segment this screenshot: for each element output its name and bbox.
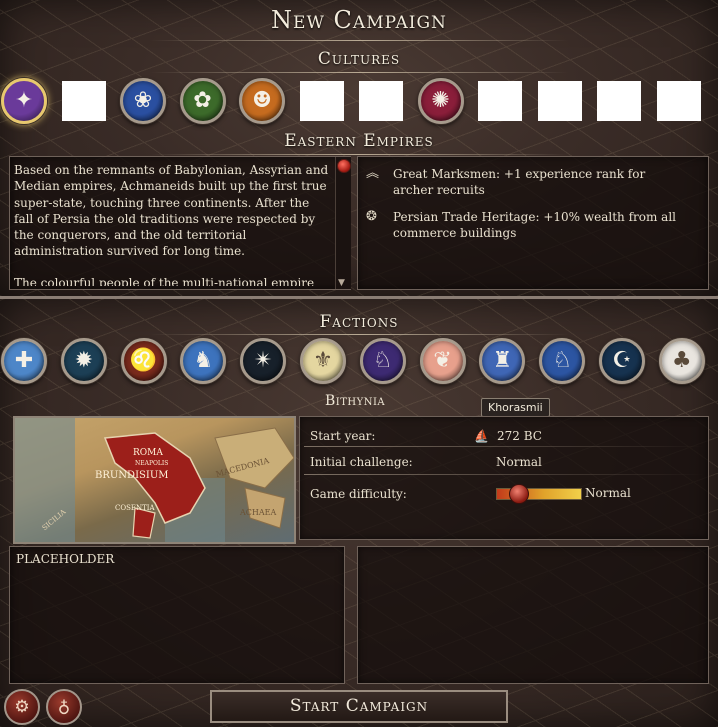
factions-heading: Factions bbox=[319, 312, 399, 332]
faction-emblem[interactable]: ☪ bbox=[599, 338, 645, 384]
culture-emblem[interactable]: ✺ bbox=[417, 78, 464, 124]
faction-emblem[interactable]: ✹ bbox=[60, 338, 107, 384]
faction-emblem[interactable]: ♘ bbox=[359, 338, 406, 384]
lion-head-emblem-icon: ♌ bbox=[129, 348, 158, 373]
map-label-neapolis: NEAPOLIS bbox=[135, 460, 169, 467]
green-boar-emblem-icon: ✿ bbox=[193, 88, 212, 113]
culture-emblem[interactable]: ❀ bbox=[120, 78, 166, 124]
cultures-heading: Cultures bbox=[317, 49, 401, 69]
initial-challenge-label: Initial challenge: bbox=[310, 455, 413, 469]
description-paragraph: The colourful people of the multi-nation… bbox=[14, 275, 315, 286]
culture-emblem-blank[interactable] bbox=[597, 81, 641, 121]
info-divider bbox=[304, 474, 704, 475]
culture-description: Based on the remnants of Babylonian, Ass… bbox=[14, 162, 332, 286]
purple-eagle-emblem-icon: ✦ bbox=[14, 88, 34, 113]
faction-map-preview[interactable]: ROMA NEAPOLIS BRUNDISIUM COSENTIA MACEDO… bbox=[13, 416, 296, 544]
description-scrollbar[interactable]: ▼ bbox=[335, 157, 351, 289]
map-label-cosentia: COSENTIA bbox=[115, 504, 155, 512]
game-difficulty-value: Normal bbox=[585, 486, 631, 500]
game-difficulty-label: Game difficulty: bbox=[310, 487, 407, 501]
cross-shield-emblem-icon: ✚ bbox=[14, 348, 34, 373]
faction-emblem[interactable]: ♣ bbox=[658, 338, 705, 384]
faction-emblem-row: ✚ ✹ ♌ ♞ ✴ ⚜ ♘ ❦ ♜ ♘ ☪ ♣ bbox=[0, 338, 718, 392]
faction-details-box bbox=[357, 546, 709, 684]
faction-emblem[interactable]: ♞ bbox=[180, 338, 227, 384]
faction-emblem[interactable]: ⚜ bbox=[300, 338, 346, 384]
scroll-down-arrow-icon[interactable]: ▼ bbox=[338, 278, 345, 288]
description-paragraph: Based on the remnants of Babylonian, Ass… bbox=[14, 163, 329, 259]
goblet-icon: ♁ bbox=[57, 697, 71, 717]
gears-icon: ⚙ bbox=[14, 697, 30, 717]
culture-emblem[interactable]: ✿ bbox=[179, 78, 226, 124]
trade-wreath-icon: ❂ bbox=[366, 209, 377, 224]
faction-emblem[interactable]: ♜ bbox=[479, 338, 526, 384]
chevrons-up-icon: ︽ bbox=[366, 166, 380, 181]
culture-emblem[interactable]: ✦ bbox=[1, 78, 47, 124]
crimson-triskele-emblem-icon: ✺ bbox=[431, 88, 450, 113]
map-label-achaea: ACHAEA bbox=[240, 508, 277, 517]
start-campaign-button[interactable]: Start Campaign bbox=[210, 690, 508, 723]
info-divider bbox=[304, 446, 704, 447]
faction-emblem[interactable]: ❦ bbox=[419, 338, 466, 384]
culture-name: Eastern Empires bbox=[284, 131, 434, 151]
trait-text: Persian Trade Heritage: +10% wealth from… bbox=[393, 210, 677, 240]
culture-emblem-blank[interactable] bbox=[299, 81, 344, 121]
map-label-brundisium: BRUNDISIUM bbox=[95, 470, 169, 481]
trait-text: Great Marksmen: +1 experience rank for a… bbox=[393, 167, 646, 197]
culture-emblem[interactable]: ☻ bbox=[239, 78, 285, 124]
faction-notes-box bbox=[9, 546, 345, 684]
placeholder-text: PLACEHOLDER bbox=[16, 552, 115, 566]
culture-emblem-blank[interactable] bbox=[656, 81, 701, 121]
start-year-label: Start year: bbox=[310, 429, 376, 443]
white-star-emblem-icon: ✹ bbox=[74, 348, 94, 373]
start-year-value: 272 BC bbox=[497, 429, 542, 443]
culture-emblem-row: ✦ ❀ ✿ ☻ ✺ bbox=[0, 78, 718, 132]
title-divider bbox=[150, 40, 568, 41]
difficulty-slider-knob[interactable] bbox=[509, 484, 529, 504]
elephant-emblem-icon: ♣ bbox=[671, 348, 692, 373]
start-year-icon: ⛵ bbox=[474, 429, 489, 443]
culture-emblem-blank[interactable] bbox=[359, 81, 403, 121]
pegasus-emblem-icon: ♘ bbox=[552, 348, 573, 373]
crescent-star-emblem-icon: ☪ bbox=[612, 348, 632, 373]
golden-sun-emblem-icon: ✴ bbox=[253, 348, 273, 373]
initial-challenge-value: Normal bbox=[496, 455, 542, 469]
cultures-divider bbox=[150, 72, 568, 73]
page-title: New Campaign bbox=[271, 6, 447, 34]
faction-emblem[interactable]: ♘ bbox=[539, 338, 586, 384]
culture-emblem-blank[interactable] bbox=[478, 81, 522, 121]
achievements-button[interactable]: ♁ bbox=[46, 689, 82, 725]
culture-name-divider bbox=[150, 154, 568, 155]
faction-emblem[interactable]: ✚ bbox=[1, 338, 47, 384]
white-figure-emblem-icon: ♞ bbox=[193, 348, 214, 373]
winged-emblem-icon: ⚜ bbox=[313, 348, 333, 373]
faction-emblem[interactable]: ♌ bbox=[120, 338, 167, 384]
faction-emblem[interactable]: ✴ bbox=[240, 338, 287, 384]
faction-tooltip: Khorasmii bbox=[481, 398, 550, 417]
pink-boar-emblem-icon: ❦ bbox=[433, 348, 452, 373]
selected-faction-name: Bithynia bbox=[325, 393, 386, 409]
scroll-thumb[interactable] bbox=[337, 159, 351, 173]
orange-head-emblem-icon: ☻ bbox=[252, 88, 272, 113]
blue-city-emblem-icon: ♜ bbox=[492, 348, 513, 373]
map-label-roma: ROMA bbox=[133, 448, 163, 458]
settings-button[interactable]: ⚙ bbox=[4, 689, 40, 725]
culture-emblem-blank[interactable] bbox=[537, 81, 582, 121]
culture-emblem-blank[interactable] bbox=[61, 81, 106, 121]
blue-dragon-emblem-icon: ❀ bbox=[133, 88, 153, 113]
factions-divider bbox=[150, 334, 568, 335]
red-griffin-emblem-icon: ♘ bbox=[372, 348, 393, 373]
